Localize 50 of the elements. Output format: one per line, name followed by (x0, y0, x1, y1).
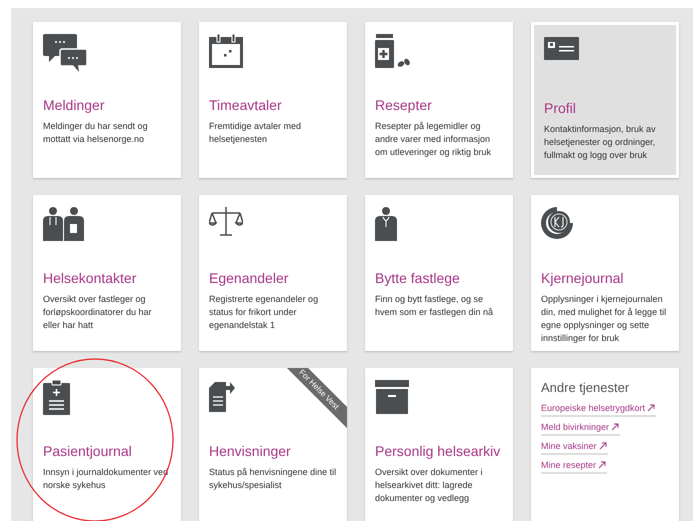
service-card[interactable]: Profil Kontaktinformasjon, bruk av helsetjenester og ordninger, fullmakt og logg over bruk (531, 22, 679, 178)
external-link[interactable]: Europeiske helsetrygdkort (541, 401, 656, 417)
card-title: Henvisninger (209, 442, 292, 460)
medicine-bottle-icon (375, 34, 411, 68)
service-card[interactable]: Kjernejournal Opplysninger i kjernejournalen din, med mulighet for å legge til egne opplysninger og sette innstillinger for bruk (531, 195, 679, 351)
external-arrow-icon (611, 423, 620, 431)
external-link[interactable]: Mine resepter (541, 458, 608, 474)
card-title: Pasientjournal (43, 442, 133, 460)
card-description: Registrerte egenandeler og status for frikort under egenandelstak 1 (209, 293, 320, 332)
card-title: Resepter (375, 96, 433, 114)
archive-box-icon (375, 380, 409, 414)
card-description: Resepter på legemidler og andre varer med informasjon om utleveringer og riktig bruk (375, 120, 492, 159)
card-description: Oversikt over dokumenter i helsearkivet ditt: lagrede dokumenter og vedlegg (375, 466, 484, 505)
card-title: Helsekontakter (43, 269, 138, 287)
external-link[interactable]: Meld bivirkninger (541, 420, 620, 436)
scales-icon (209, 207, 243, 237)
id-card-icon (544, 37, 579, 60)
service-card[interactable]: Egenandeler Registrerte egenandeler og status for frikort under egenandelstak 1 (199, 195, 347, 351)
card-title: Meldinger (43, 96, 106, 114)
card-title: Personlig helsearkiv (375, 442, 502, 460)
external-arrow-icon (598, 442, 607, 450)
document-arrow-icon (209, 380, 235, 412)
circle-logo-icon (541, 207, 573, 239)
service-card[interactable]: Resepter Resepter på legemidler og andre varer med informasjon om utleveringer og riktig bruk (365, 22, 513, 178)
calendar-icon (209, 34, 243, 68)
service-card[interactable]: Bytte fastlege Finn og bytt fastlege, og se hvem som er fastlegen din nå (365, 195, 513, 351)
clipboard-icon (43, 380, 70, 415)
service-card[interactable]: Helsekontakter Oversikt over fastleger og forløpskoordinatorer du har eller har hatt (33, 195, 181, 351)
two-people-icon (43, 207, 85, 241)
card-description: Meldinger du har sendt og mottatt via helsenorge.no (43, 120, 149, 146)
card-description: Kontaktinformasjon, bruk av helsetjenester og ordninger, fullmakt og logg over bruk (544, 123, 657, 162)
card-title: Egenandeler (209, 269, 290, 287)
card-heading: Andre tjenester (541, 380, 630, 396)
card-title: Bytte fastlege (375, 269, 461, 287)
card-description: Oversikt over fastleger og forløpskoordinatorer du har eller har hatt (43, 293, 153, 332)
card-description: Opplysninger i kjernejournalen din, med mulighet for å legge til egne opplysninger og sette innstillinger for bruk (541, 293, 668, 345)
external-arrow-icon (647, 404, 656, 412)
external-arrow-icon (598, 461, 606, 469)
card-title: Timeavtaler (209, 96, 283, 114)
service-card[interactable]: Timeavtaler Fremtidige avtaler med helsetjenesten (199, 22, 347, 178)
doctor-icon (375, 207, 397, 241)
card-description: Finn og bytt fastlege, og se hvem som er fastlegen din nå (375, 293, 494, 319)
external-link[interactable]: Mine vaksiner (541, 439, 608, 455)
card-description: Fremtidige avtaler med helsetjenesten (209, 120, 302, 146)
card-title: Kjernejournal (541, 269, 624, 287)
card-title: Profil (544, 99, 577, 117)
chat-bubbles-icon (43, 34, 87, 72)
card-description: Status på henvisningene dine til sykehus/spesialist (209, 466, 337, 492)
service-card[interactable]: Personlig helsearkiv Oversikt over dokumenter i helsearkivet ditt: lagrede dokumenter og vedlegg (365, 368, 513, 521)
service-card[interactable]: Meldinger Meldinger du har sendt og mottatt via helsenorge.no (33, 22, 181, 178)
